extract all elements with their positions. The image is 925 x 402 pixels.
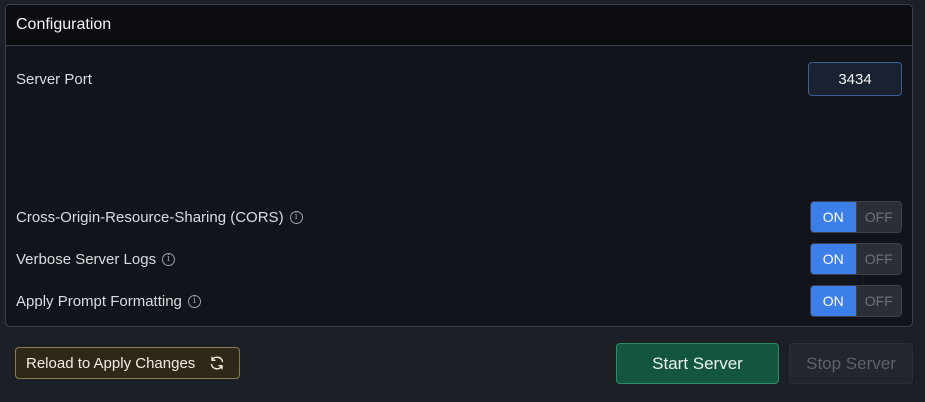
verbose-logs-toggle-off[interactable]: OFF — [855, 244, 901, 274]
start-server-button[interactable]: Start Server — [616, 343, 779, 384]
info-icon[interactable]: i — [187, 294, 201, 308]
prompt-formatting-toggle-off[interactable]: OFF — [855, 286, 901, 316]
prompt-formatting-toggle-on[interactable]: ON — [811, 286, 856, 316]
toggle-row-cors: Cross-Origin-Resource-Sharing (CORS) i O… — [6, 201, 912, 233]
verbose-logs-toggle[interactable]: ON OFF — [810, 243, 902, 275]
cors-toggle[interactable]: ON OFF — [810, 201, 902, 233]
info-icon[interactable]: i — [289, 210, 303, 224]
server-port-label: Server Port — [16, 70, 92, 88]
reload-button[interactable]: Reload to Apply Changes — [15, 347, 240, 379]
cors-toggle-off[interactable]: OFF — [855, 202, 901, 232]
toggle-row-prompt-formatting: Apply Prompt Formatting i ON OFF — [6, 285, 912, 317]
stop-server-button[interactable]: Stop Server — [789, 343, 913, 384]
stop-server-label: Stop Server — [806, 353, 896, 373]
refresh-icon — [211, 356, 224, 370]
panel-header: Configuration — [6, 5, 912, 46]
panel-title: Configuration — [16, 16, 112, 33]
configuration-panel: Configuration Server Port Cross-Origin-R… — [5, 4, 913, 327]
server-port-row: Server Port — [6, 62, 912, 96]
verbose-logs-toggle-on[interactable]: ON — [811, 244, 856, 274]
prompt-formatting-label: Apply Prompt Formatting — [16, 292, 182, 310]
info-icon[interactable]: i — [162, 252, 176, 266]
toggle-row-verbose-logs: Verbose Server Logs i ON OFF — [6, 243, 912, 275]
verbose-logs-label: Verbose Server Logs — [16, 250, 157, 268]
server-port-input[interactable] — [808, 62, 902, 96]
cors-label: Cross-Origin-Resource-Sharing (CORS) — [16, 208, 284, 226]
cors-toggle-on[interactable]: ON — [811, 202, 856, 232]
prompt-formatting-toggle[interactable]: ON OFF — [810, 285, 902, 317]
start-server-label: Start Server — [652, 353, 743, 373]
reload-button-label: Reload to Apply Changes — [26, 354, 196, 372]
